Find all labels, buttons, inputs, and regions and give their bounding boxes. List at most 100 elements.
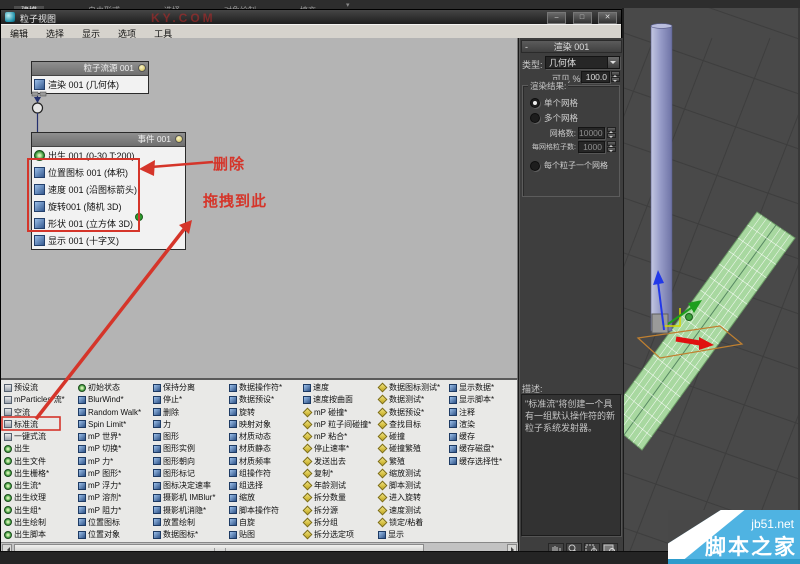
depot-item[interactable]: 进入旋转 [377, 492, 421, 503]
depot-item[interactable]: 图形实例 [153, 443, 195, 454]
radio-multiple-mesh[interactable]: 多个网格 [530, 112, 578, 124]
depot-item[interactable]: 位置图标 [78, 517, 120, 528]
type-dropdown[interactable]: 几何体 [545, 56, 620, 69]
depot-item[interactable]: 复制* [302, 468, 333, 479]
depot-item[interactable]: 空流 [4, 407, 30, 418]
pf-source-node-header[interactable]: 粒子流源 001 [32, 62, 148, 76]
close-button[interactable]: ✕ [598, 12, 617, 24]
depot-item[interactable]: 映射对象 [229, 419, 271, 430]
node-operator-row[interactable]: 速度 001 (沿图标箭头) [32, 181, 185, 198]
depot-item[interactable]: 力 [153, 419, 171, 430]
depot-item[interactable]: 年龄测试 [302, 480, 346, 491]
depot-item[interactable]: mP 图形* [78, 468, 121, 479]
depot-item[interactable]: 渲染 [449, 419, 475, 430]
radio-mesh-per-particle[interactable]: 每个粒子一个网格 [530, 160, 608, 171]
depot-item[interactable]: 出生绘制 [4, 517, 46, 528]
depot-item[interactable]: 自旋 [229, 517, 255, 528]
depot-item[interactable]: mP 力* [78, 456, 113, 467]
depot-item[interactable]: 显示 [378, 529, 404, 540]
radio-dot[interactable] [530, 160, 540, 171]
depot-item[interactable]: 图形 [153, 431, 179, 442]
depot-item[interactable]: mParticles 流* [4, 394, 65, 405]
depot-item[interactable]: mP 碰撞* [302, 407, 347, 418]
depot-item[interactable]: 材质动态 [229, 431, 271, 442]
depot-item[interactable]: 脚本测试 [377, 480, 421, 491]
depot-item[interactable]: 出生脚本 [4, 529, 46, 540]
depot-item[interactable]: 停止速率* [302, 443, 349, 454]
depot-item[interactable]: 缓存选择性* [449, 456, 502, 467]
depot-item[interactable]: 放置绘制 [153, 517, 195, 528]
event-node[interactable]: 事件 001 出生 001 (0-30 T:200) 位置图标 001 (体积) 速… [31, 132, 186, 250]
depot-item[interactable]: BlurWind* [78, 394, 124, 405]
depot-item[interactable]: 数据图标* [153, 529, 198, 540]
depot-item[interactable]: 拆分数量 [302, 492, 346, 503]
depot-item[interactable]: 材质频率 [229, 456, 271, 467]
depot-item[interactable]: 贴图 [229, 529, 255, 540]
collapse-icon[interactable]: - [525, 41, 528, 53]
depot-item[interactable]: 一键式流 [4, 431, 46, 442]
visible-percent-field[interactable]: 100.0 [581, 71, 610, 83]
depot-item[interactable]: 碰撞 [377, 431, 405, 442]
radio-dot[interactable] [530, 98, 540, 108]
depot-item[interactable]: 出生流* [4, 480, 41, 491]
depot-item[interactable]: 摄影机 IMBlur* [153, 492, 215, 503]
depot-item[interactable]: 速度按曲面 [303, 394, 353, 405]
event-node-header[interactable]: 事件 001 [32, 133, 185, 147]
depot-item[interactable]: 数据操作符* [229, 382, 282, 393]
depot-item[interactable]: mP 浮力* [78, 480, 121, 491]
node-operator-row[interactable]: 出生 001 (0-30 T:200) [32, 147, 185, 164]
depot-item[interactable]: 缓存磁盘* [449, 443, 494, 454]
depot-item[interactable]: Random Walk* [78, 407, 141, 418]
depot-item[interactable]: 数据图标测试* [377, 382, 440, 393]
depot-item[interactable]: mP 溶剂* [78, 492, 121, 503]
depot-item[interactable]: 出生栅格* [4, 468, 49, 479]
depot-item[interactable]: Spin Limit* [78, 419, 126, 430]
chevron-down-icon[interactable] [607, 57, 619, 68]
enable-lamp-icon[interactable] [175, 135, 183, 143]
pf-source-node[interactable]: 粒子流源 001 渲染 001 (几何体) [31, 61, 149, 94]
depot-item[interactable]: 拆分源 [302, 505, 338, 516]
depot-item[interactable]: 组选择 [229, 480, 263, 491]
depot-item[interactable]: 出生纹理 [4, 492, 46, 503]
ribbon-overflow-icon[interactable]: ▾ [346, 1, 350, 9]
depot-item[interactable]: 显示数据* [449, 382, 494, 393]
pv-titlebar[interactable]: 粒子视图 KY.COM – □ ✕ [1, 10, 621, 25]
depot-item[interactable]: 保持分离 [153, 382, 195, 393]
depot-item[interactable]: 出生文件 [4, 456, 46, 467]
depot-item[interactable]: 数据测试* [377, 394, 424, 405]
depot-item[interactable]: 图形朝向 [153, 456, 195, 467]
depot-item[interactable]: 碰撞繁殖 [377, 443, 421, 454]
visible-spinner[interactable] [611, 71, 620, 83]
enable-lamp-icon[interactable] [138, 64, 146, 72]
depot-item[interactable]: 注释 [449, 407, 475, 418]
depot-item[interactable]: 速度 [303, 382, 329, 393]
node-operator-row[interactable]: 旋转001 (随机 3D) [32, 198, 185, 215]
node-operator-row[interactable]: 渲染 001 (几何体) [32, 76, 148, 93]
depot-item[interactable]: 标准流 [4, 419, 38, 430]
depot-item[interactable]: mP 粘合* [302, 431, 347, 442]
depot-item[interactable]: 初始状态 [78, 382, 120, 393]
depot-item[interactable]: 删除 [153, 407, 179, 418]
depot-item[interactable]: 缩放测试 [377, 468, 421, 479]
depot-item[interactable]: mP 阻力* [78, 505, 121, 516]
depot-item[interactable]: 拆分选定项 [302, 529, 354, 540]
depot-item[interactable]: 预设流 [4, 382, 38, 393]
depot-item[interactable]: 发送出去 [302, 456, 346, 467]
depot-item[interactable]: 数据预设* [377, 407, 424, 418]
depot-item[interactable]: 查找目标 [377, 419, 421, 430]
depot-item[interactable]: 脚本操作符 [229, 505, 279, 516]
depot-item[interactable]: 位置对象 [78, 529, 120, 540]
depot-item[interactable]: 缩放 [229, 492, 255, 503]
radio-single-mesh[interactable]: 单个网格 [530, 97, 578, 109]
depot-item[interactable]: 速度测试 [377, 505, 421, 516]
per-mesh-spinner[interactable] [607, 141, 616, 153]
node-operator-row[interactable]: 形状 001 (立方体 3D) [32, 215, 185, 232]
mesh-count-field[interactable]: 10000 [578, 127, 605, 139]
depot-item[interactable]: 材质静态 [229, 443, 271, 454]
node-operator-row[interactable]: 显示 001 (十字叉) [32, 232, 185, 249]
depot-item[interactable]: 数据预设* [229, 394, 274, 405]
radio-dot[interactable] [530, 113, 540, 123]
depot-item[interactable]: 拆分组 [302, 517, 338, 528]
depot-item[interactable]: 停止* [153, 394, 182, 405]
depot-item[interactable]: 组操作符 [229, 468, 271, 479]
